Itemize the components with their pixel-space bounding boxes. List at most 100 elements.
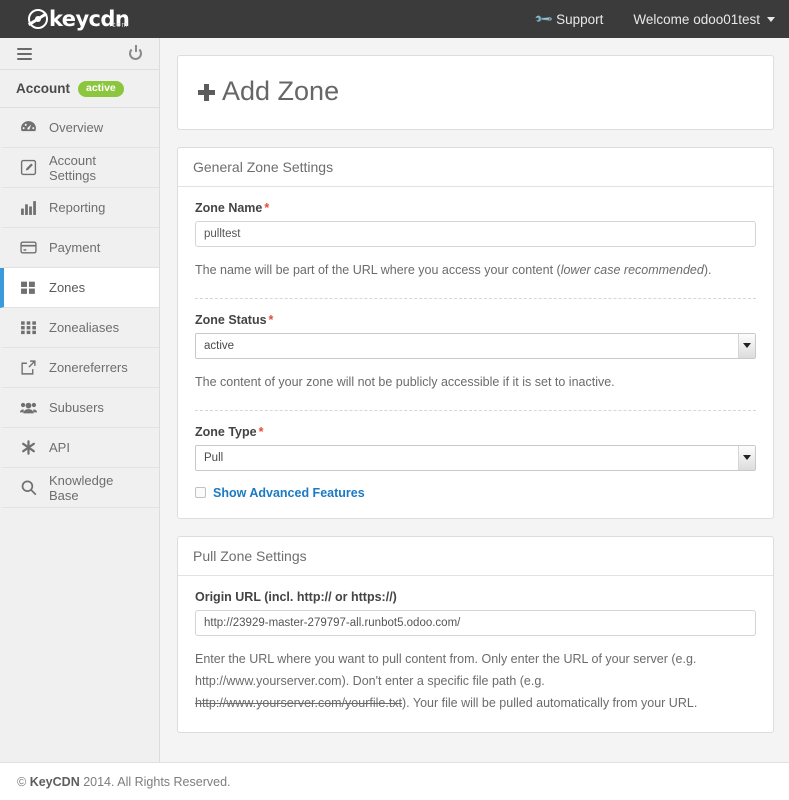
dashboard-icon (20, 119, 37, 136)
page-title: Add Zone (198, 78, 753, 105)
page-header-panel: Add Zone (177, 55, 774, 130)
external-link-icon (20, 359, 37, 376)
page-body: Account active Overview Acc (0, 38, 789, 762)
footer-brand: KeyCDN (30, 775, 80, 789)
zone-status-select-wrap: active (195, 333, 756, 359)
status-badge: active (78, 81, 124, 97)
zone-name-help-before: The name will be part of the URL where y… (195, 263, 561, 277)
zone-name-label: Zone Name* (195, 201, 756, 215)
required-marker: * (269, 313, 274, 327)
sidebar-item-label: Zonealiases (49, 320, 119, 335)
sidebar-item-subusers[interactable]: Subusers (0, 388, 159, 428)
pull-zone-settings-panel: Pull Zone Settings Origin URL (incl. htt… (177, 536, 774, 734)
user-menu-label: Welcome odoo01test (633, 12, 760, 27)
wrench-icon: 🔧 (533, 9, 553, 29)
sidebar-item-label: API (49, 440, 70, 455)
sidebar-item-api[interactable]: API (0, 428, 159, 468)
top-navigation-bar: keycdn .com 🔧 Support Welcome odoo01test (0, 0, 789, 38)
required-marker: * (264, 201, 269, 215)
zone-name-help: The name will be part of the URL where y… (195, 260, 756, 282)
zone-status-selected-value: active (204, 340, 234, 352)
sidebar-toolbar (0, 38, 159, 70)
sidebar-item-label: Payment (49, 240, 100, 255)
divider (195, 410, 756, 411)
zone-name-input[interactable] (195, 221, 756, 247)
zone-type-select[interactable]: Pull (195, 445, 756, 471)
zone-status-group: Zone Status* active The content of your … (195, 313, 756, 396)
footer-text: 2014. All Rights Reserved. (83, 775, 230, 789)
general-panel-body: Zone Name* The name will be part of the … (178, 187, 773, 518)
origin-url-help-part2: ). Your file will be pulled automaticall… (402, 696, 697, 710)
keycdn-app: keycdn .com 🔧 Support Welcome odoo01test (0, 0, 789, 800)
page-title-text: Add Zone (222, 78, 339, 105)
page-footer: © KeyCDN 2014. All Rights Reserved. (0, 762, 789, 800)
zone-status-select[interactable]: active (195, 333, 756, 359)
advanced-features-checkbox[interactable] (195, 487, 206, 498)
zone-type-select-wrap: Pull (195, 445, 756, 471)
sidebar-item-zones[interactable]: Zones (0, 268, 159, 308)
origin-url-help-part1: Enter the URL where you want to pull con… (195, 652, 696, 688)
top-nav-items: 🔧 Support Welcome odoo01test (536, 12, 775, 27)
zone-type-group: Zone Type* Pull Show Advanced Features (195, 425, 756, 502)
logo-tld: .com (109, 22, 128, 29)
bar-chart-icon (20, 199, 37, 216)
keycdn-logo[interactable]: keycdn .com (28, 9, 128, 30)
general-zone-settings-panel: General Zone Settings Zone Name* The nam… (177, 147, 774, 519)
required-marker: * (259, 425, 264, 439)
sidebar-item-label: Knowledge Base (49, 473, 143, 503)
sidebar-item-label: Zonereferrers (49, 360, 128, 375)
plus-icon (198, 84, 215, 101)
zone-type-label: Zone Type* (195, 425, 756, 439)
sidebar-item-overview[interactable]: Overview (0, 108, 159, 148)
support-label: Support (556, 12, 603, 27)
chevron-down-icon (767, 17, 775, 22)
zone-status-label: Zone Status* (195, 313, 756, 327)
grid-four-icon (20, 279, 37, 296)
sidebar-item-zonereferrers[interactable]: Zonereferrers (0, 348, 159, 388)
zone-type-label-text: Zone Type (195, 425, 257, 439)
origin-url-help-struck: http://www.yourserver.com/yourfile.txt (195, 696, 402, 710)
sidebar-account-header: Account active (0, 70, 159, 108)
show-advanced-features-toggle[interactable]: Show Advanced Features (195, 486, 756, 500)
support-link[interactable]: 🔧 Support (536, 12, 603, 27)
sidebar-item-label: Overview (49, 120, 103, 135)
power-logout-icon[interactable] (129, 47, 142, 60)
users-icon (20, 399, 37, 416)
asterisk-icon (20, 439, 37, 456)
sidebar-item-zonealiases[interactable]: Zonealiases (0, 308, 159, 348)
menu-toggle-icon[interactable] (17, 48, 32, 60)
sidebar: Account active Overview Acc (0, 38, 160, 762)
pull-panel-body: Origin URL (incl. http:// or https://) E… (178, 576, 773, 733)
keycdn-logo-mark-icon (28, 9, 48, 29)
user-menu[interactable]: Welcome odoo01test (633, 12, 775, 27)
search-icon (20, 479, 37, 496)
sidebar-item-account-settings[interactable]: Account Settings (0, 148, 159, 188)
origin-url-label: Origin URL (incl. http:// or https://) (195, 590, 756, 604)
sidebar-item-reporting[interactable]: Reporting (0, 188, 159, 228)
sidebar-item-label: Subusers (49, 400, 104, 415)
copyright-symbol: © (17, 775, 26, 789)
sidebar-item-label: Account Settings (49, 153, 143, 183)
advanced-features-label: Show Advanced Features (213, 486, 365, 500)
edit-square-icon (20, 159, 37, 176)
general-panel-heading: General Zone Settings (178, 148, 773, 187)
credit-card-icon (20, 239, 37, 256)
origin-url-input[interactable] (195, 610, 756, 636)
sidebar-item-payment[interactable]: Payment (0, 228, 159, 268)
zone-name-help-emphasis: lower case recommended (561, 263, 704, 277)
sidebar-filler (0, 508, 159, 762)
origin-url-help: Enter the URL where you want to pull con… (195, 649, 756, 715)
grid-nine-icon (20, 319, 37, 336)
sidebar-item-knowledge-base[interactable]: Knowledge Base (0, 468, 159, 508)
zone-type-selected-value: Pull (204, 452, 223, 464)
zone-status-label-text: Zone Status (195, 313, 267, 327)
divider (195, 298, 756, 299)
account-label: Account (16, 81, 70, 96)
zone-name-help-after: ). (704, 263, 712, 277)
main-content: Add Zone General Zone Settings Zone Name… (160, 38, 789, 762)
sidebar-item-label: Zones (49, 280, 85, 295)
zone-name-label-text: Zone Name (195, 201, 262, 215)
origin-url-group: Origin URL (incl. http:// or https://) E… (195, 590, 756, 717)
zone-name-group: Zone Name* The name will be part of the … (195, 201, 756, 284)
sidebar-item-label: Reporting (49, 200, 105, 215)
